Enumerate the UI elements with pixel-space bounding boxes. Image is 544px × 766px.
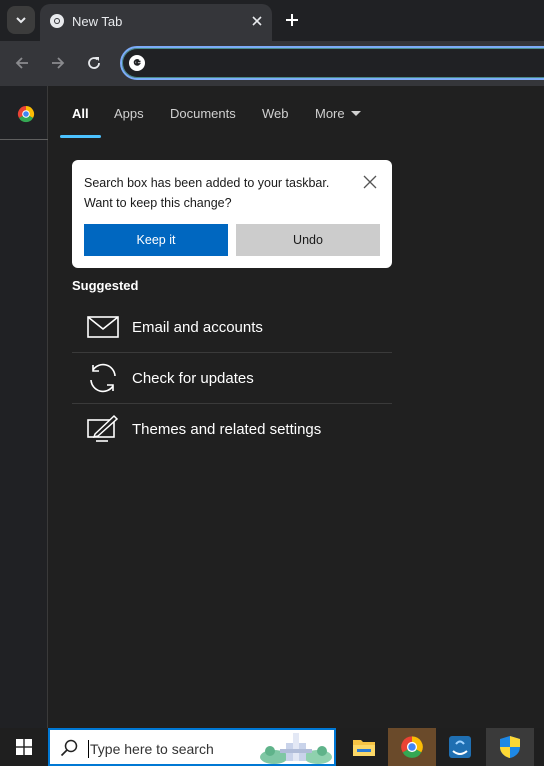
tab-web[interactable]: Web (262, 106, 289, 121)
close-icon (252, 16, 262, 26)
suggested-heading: Suggested (72, 278, 139, 293)
windows-logo-icon (16, 739, 32, 755)
search-placeholder: Type here to search (90, 741, 214, 757)
chrome-tab-strip: New Tab (0, 0, 544, 41)
browser-content-left (0, 86, 48, 728)
tab-all[interactable]: All (72, 106, 89, 121)
search-icon (60, 739, 78, 757)
windows-search-panel: All Apps Documents Web More Search box h… (48, 86, 544, 728)
chrome-icon[interactable] (17, 105, 35, 123)
search-scope-tabs: All Apps Documents Web More (48, 86, 544, 140)
reload-button[interactable] (80, 49, 108, 77)
browser-toolbar (0, 41, 544, 86)
tab-search-button[interactable] (7, 6, 35, 34)
file-explorer-button[interactable] (340, 728, 388, 766)
tab-more[interactable]: More (315, 106, 361, 121)
screen: New Tab All Apps Documents Web More Sear… (0, 0, 544, 766)
back-button[interactable] (8, 49, 36, 77)
plus-icon (286, 14, 298, 26)
tab-title: New Tab (72, 14, 123, 29)
tab-documents[interactable]: Documents (170, 106, 236, 121)
keep-it-button[interactable]: Keep it (84, 224, 228, 256)
notice-message-line2: Want to keep this change? (84, 196, 232, 210)
active-tab-indicator (60, 135, 101, 138)
security-taskbar-button[interactable] (486, 728, 534, 766)
theme-pen-icon (87, 414, 119, 442)
chrome-favicon-icon (50, 14, 64, 28)
tab-apps[interactable]: Apps (114, 106, 144, 121)
security-shield-icon (500, 736, 520, 758)
tab-close-button[interactable] (247, 11, 267, 31)
suggestion-themes-settings[interactable]: Themes and related settings (72, 405, 392, 455)
chrome-icon (401, 736, 423, 758)
start-button[interactable] (0, 728, 48, 766)
suggestion-email-accounts[interactable]: Email and accounts (72, 303, 392, 353)
google-g-icon (129, 55, 145, 71)
address-bar[interactable] (120, 46, 544, 80)
divider (72, 403, 392, 404)
refresh-icon (90, 363, 116, 393)
app-taskbar-button[interactable] (436, 728, 484, 766)
browser-tab[interactable]: New Tab (40, 4, 272, 41)
app-icon (449, 736, 471, 758)
close-icon (363, 175, 377, 189)
tab-more-label: More (315, 106, 345, 121)
notice-close-button[interactable] (362, 174, 378, 190)
mail-icon (87, 316, 119, 338)
new-tab-button[interactable] (280, 8, 304, 32)
taskbar-search-notice: Search box has been added to your taskba… (72, 160, 392, 268)
undo-button[interactable]: Undo (236, 224, 380, 256)
forward-button[interactable] (44, 49, 72, 77)
divider (72, 352, 392, 353)
divider (0, 139, 48, 140)
chrome-taskbar-button[interactable] (388, 728, 436, 766)
chevron-down-icon (16, 17, 26, 24)
windows-taskbar: Type here to search (0, 728, 544, 766)
suggestion-check-updates[interactable]: Check for updates (72, 354, 392, 404)
search-highlight-illustration-icon (260, 733, 332, 764)
suggestion-label: Check for updates (132, 370, 254, 387)
suggestion-label: Email and accounts (132, 319, 263, 336)
arrow-right-icon (52, 57, 65, 69)
notice-message-line1: Search box has been added to your taskba… (84, 176, 330, 190)
taskbar-search-box[interactable]: Type here to search (48, 728, 336, 766)
file-explorer-icon (353, 740, 375, 756)
arrow-left-icon (15, 57, 28, 69)
text-caret (88, 740, 89, 758)
reload-icon (88, 57, 100, 69)
suggestion-label: Themes and related settings (132, 421, 322, 438)
caret-down-icon (350, 111, 361, 117)
